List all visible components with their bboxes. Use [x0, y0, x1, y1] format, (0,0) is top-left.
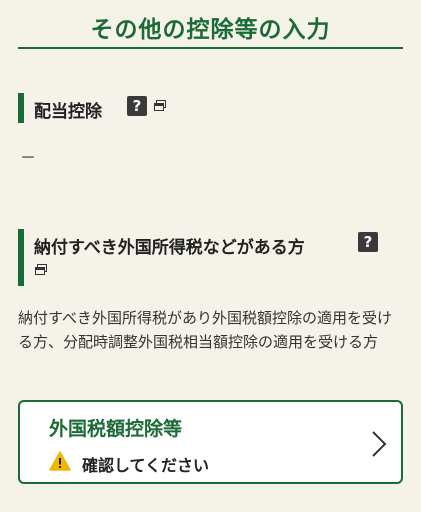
card-title: 外国税額控除等	[49, 418, 183, 440]
help-icon[interactable]: ?	[358, 232, 378, 252]
warning-icon	[49, 451, 71, 471]
card-status-text: 確認してください	[82, 456, 210, 475]
section-accent-bar	[18, 229, 24, 286]
title-divider	[18, 47, 403, 49]
help-icon[interactable]: ?	[127, 96, 147, 116]
foreign-tax-heading: 納付すべき外国所得税などがある方	[34, 238, 305, 258]
foreign-tax-credit-card[interactable]: 外国税額控除等 確認してください	[18, 400, 403, 484]
section-accent-bar	[18, 93, 24, 123]
dividend-deduction-heading: 配当控除	[34, 102, 102, 122]
chevron-right-icon	[372, 431, 387, 457]
dividend-deduction-value: －	[20, 148, 37, 167]
new-window-icon[interactable]	[35, 264, 47, 275]
page-title: その他の控除等の入力	[90, 17, 331, 43]
new-window-icon[interactable]	[154, 100, 166, 111]
foreign-tax-description: 納付すべき外国所得税があり外国税額控除の適用を受ける方、分配時調整外国税相当額控…	[18, 309, 392, 351]
page: その他の控除等の入力 配当控除 ? － 納付すべき外国所得税などがある方 ? 納…	[0, 0, 421, 512]
